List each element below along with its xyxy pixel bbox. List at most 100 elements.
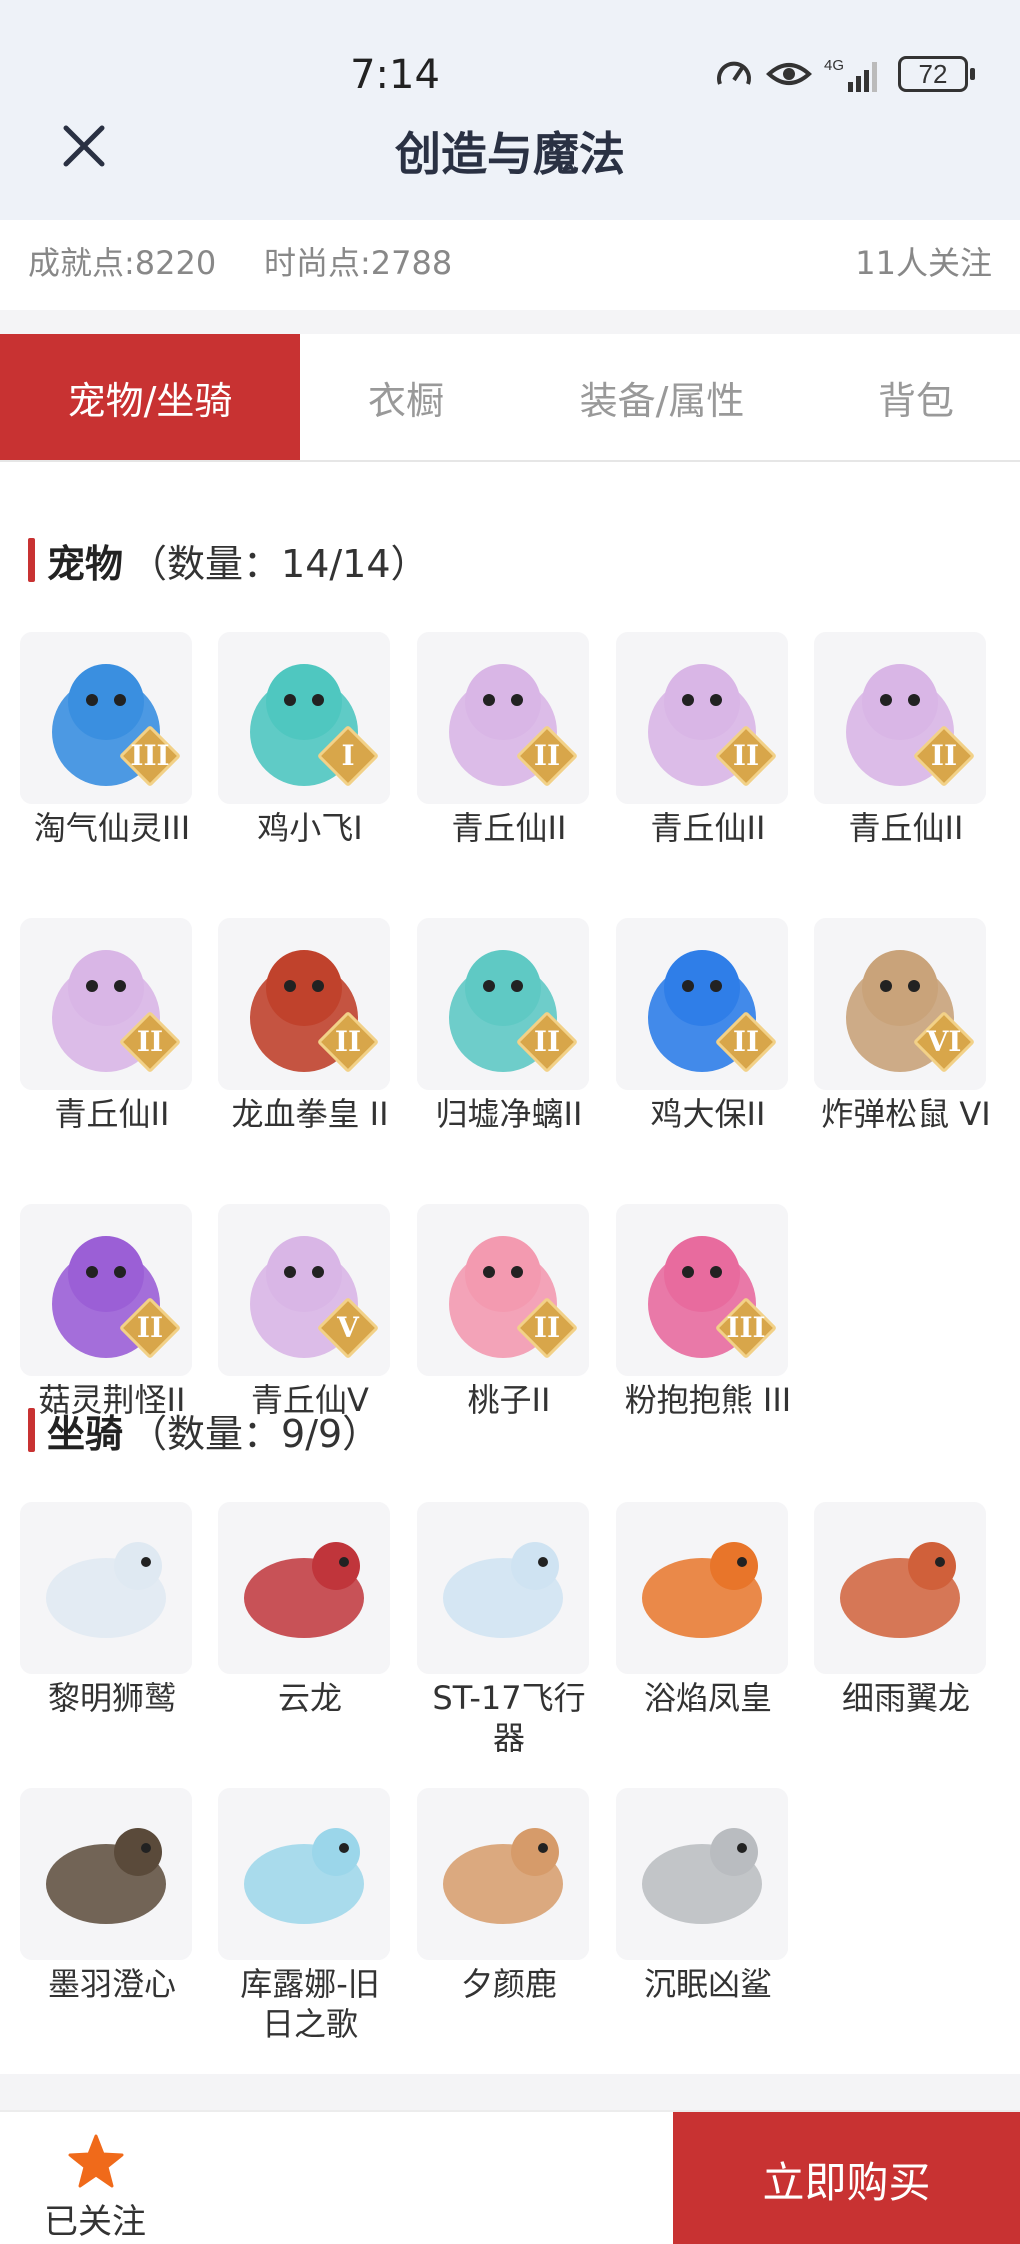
- pet-name: 归墟净螭II: [435, 1095, 583, 1133]
- tab-backpack[interactable]: 背包: [812, 334, 1020, 460]
- battery-icon: 72: [898, 56, 975, 92]
- grade-level: I: [341, 739, 355, 772]
- grade-badge-icon: II: [515, 1296, 579, 1360]
- achievement-value: 8220: [134, 244, 217, 282]
- pet-name: 粉抱抱熊 III: [624, 1381, 792, 1419]
- aircraft-mount-icon: [417, 1502, 589, 1674]
- mounts-section-title: 坐骑 （数量：9/9）: [28, 1408, 380, 1456]
- grade-badge-icon: II: [515, 1010, 579, 1074]
- grade-level: II: [533, 1025, 561, 1058]
- grade-badge-icon: V: [316, 1296, 380, 1360]
- pet-name: 青丘仙II: [451, 809, 567, 847]
- pets-section-title: 宠物 （数量：14/14）: [28, 538, 429, 586]
- tab-wardrobe[interactable]: 衣橱: [300, 334, 512, 460]
- cyan-dragon-pet-icon: II: [417, 918, 589, 1090]
- pet-name: 龙血拳皇 II: [231, 1095, 389, 1133]
- fox-fairy-pet-icon: II: [417, 632, 589, 804]
- grade-level: II: [136, 1025, 164, 1058]
- cloud-girl-mount-icon: [218, 1788, 390, 1960]
- shark-mount-icon: [616, 1788, 788, 1960]
- red-dragon-mount-icon: [218, 1502, 390, 1674]
- grade-level: II: [136, 1311, 164, 1344]
- battery-tip: [970, 68, 975, 80]
- deer-mount-icon: [417, 1788, 589, 1960]
- grade-level: II: [732, 739, 760, 772]
- fox-fairy-pet-icon: II: [616, 632, 788, 804]
- grade-badge-icon: III: [714, 1296, 778, 1360]
- achievement-points: 成就点:8220: [28, 238, 216, 284]
- star-icon: [68, 2134, 124, 2188]
- mounts-count: （数量：9/9）: [129, 1411, 381, 1456]
- blue-puppy-pet-icon: III: [20, 632, 192, 804]
- mounts-title: 坐骑: [47, 1411, 124, 1456]
- battery-level: 72: [918, 58, 948, 89]
- pets-count: （数量：14/14）: [129, 541, 429, 586]
- fox-fairy-pet-icon: II: [20, 918, 192, 1090]
- follow-label: 已关注: [44, 2202, 146, 2242]
- squirrel-pet-icon: VI: [814, 918, 986, 1090]
- section-marker: [28, 1408, 35, 1452]
- follow-button[interactable]: 已关注: [20, 2112, 170, 2244]
- fashion-points: 时尚点:2788: [264, 238, 452, 284]
- pterosaur-mount-icon: [814, 1502, 986, 1674]
- pet-name: 桃子II: [467, 1381, 551, 1419]
- grade-badge-icon: VI: [912, 1010, 976, 1074]
- pet-name: 鸡大保II: [650, 1095, 766, 1133]
- tab-equipment[interactable]: 装备/属性: [512, 334, 812, 460]
- grade-level: VI: [926, 1025, 962, 1058]
- grade-badge-icon: II: [515, 724, 579, 788]
- status-icons: 4G 72: [714, 52, 975, 96]
- fox-fairy-pet-icon: II: [814, 632, 986, 804]
- grade-level: III: [130, 739, 170, 772]
- feather-staff-mount-icon: [20, 1788, 192, 1960]
- griffin-mount-icon: [20, 1502, 192, 1674]
- grade-badge-icon: II: [714, 1010, 778, 1074]
- pet-name: 鸡小飞I: [257, 809, 363, 847]
- network-label: 4G: [824, 57, 844, 74]
- eye-icon: [766, 63, 812, 85]
- section-marker: [28, 538, 35, 582]
- pet-name: 炸弹松鼠 VI: [821, 1095, 991, 1133]
- divider: [0, 310, 1020, 334]
- fashion-label: 时尚点:: [264, 244, 371, 282]
- grade-level: II: [533, 1311, 561, 1344]
- mount-name: 细雨翼龙: [841, 1679, 970, 1717]
- fox-fairy-pet-icon: V: [218, 1204, 390, 1376]
- grade-badge-icon: II: [118, 1296, 182, 1360]
- grade-level: III: [726, 1311, 766, 1344]
- role-info: 成就点:8220 时尚点:2788 11人关注: [0, 220, 1020, 310]
- pet-name: 青丘仙II: [650, 809, 766, 847]
- phoenix-mount-icon: [616, 1502, 788, 1674]
- signal-icon: 4G: [824, 57, 877, 92]
- pets-title: 宠物: [47, 541, 124, 586]
- pet-name: 淘气仙灵III: [33, 809, 191, 847]
- bottom-action-bar: 已关注 立即购买: [0, 2110, 1020, 2244]
- mount-name: 云龙: [277, 1679, 342, 1717]
- grade-level: II: [334, 1025, 362, 1058]
- speedometer-icon: [717, 61, 751, 85]
- page-title: 创造与魔法: [395, 127, 625, 181]
- status-time: 7:14: [350, 52, 440, 98]
- buy-now-button[interactable]: 立即购买: [673, 2112, 1020, 2244]
- grade-badge-icon: II: [316, 1010, 380, 1074]
- pink-bear-pet-icon: III: [616, 1204, 788, 1376]
- grade-badge-icon: II: [118, 1010, 182, 1074]
- teal-chick-pet-icon: I: [218, 632, 390, 804]
- mount-name: 浴焰凤皇: [643, 1679, 772, 1717]
- mount-name: 墨羽澄心: [47, 1965, 176, 2003]
- blue-bird-sunglasses-pet-icon: II: [616, 918, 788, 1090]
- grade-level: II: [732, 1025, 760, 1058]
- mount-name: 库露娜-旧日之歌: [240, 1965, 380, 2043]
- mount-name: 沉眠凶鲨: [643, 1965, 772, 2003]
- mount-name: ST-17飞行器: [432, 1679, 586, 1757]
- grade-level: II: [930, 739, 958, 772]
- tab-pets-mounts[interactable]: 宠物/坐骑: [0, 334, 300, 460]
- grade-badge-icon: I: [316, 724, 380, 788]
- pet-name: 青丘仙II: [54, 1095, 170, 1133]
- mount-name: 黎明狮鹫: [47, 1679, 176, 1717]
- grade-badge-icon: II: [912, 724, 976, 788]
- grade-badge-icon: II: [714, 724, 778, 788]
- achievement-label: 成就点:: [28, 244, 135, 282]
- grade-badge-icon: III: [118, 724, 182, 788]
- divider: [0, 2074, 1020, 2110]
